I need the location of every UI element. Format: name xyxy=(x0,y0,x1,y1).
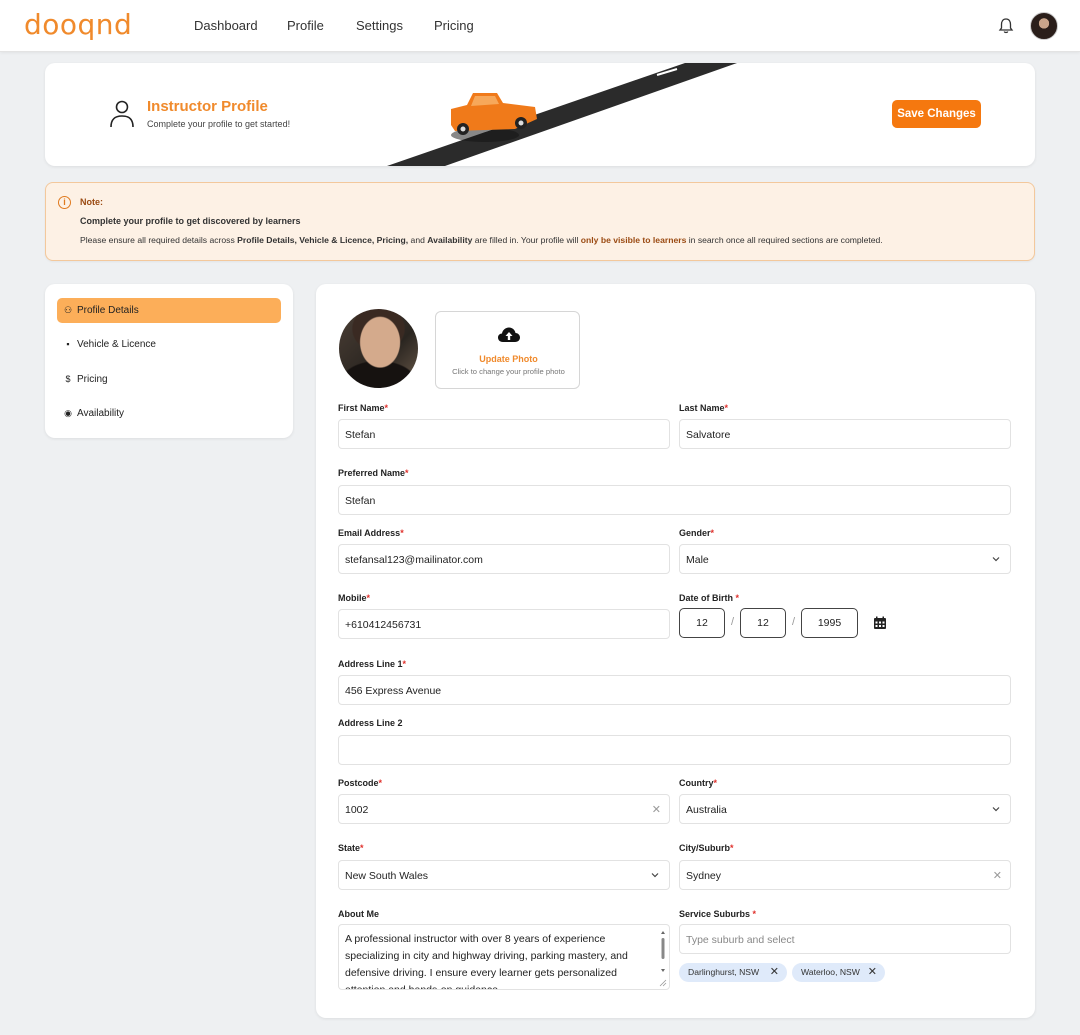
state-label: State* xyxy=(338,843,364,853)
page-subtitle: Complete your profile to get started! xyxy=(147,119,291,129)
dob-month-input[interactable]: 12 xyxy=(740,608,786,638)
logo[interactable]: dooqnd xyxy=(24,8,132,41)
address1-input[interactable]: 456 Express Avenue xyxy=(338,675,1011,705)
top-nav: dooqnd Dashboard Profile Settings Pricin… xyxy=(0,0,1080,52)
availability-icon: ◉ xyxy=(64,408,72,418)
gender-select[interactable]: Male xyxy=(679,544,1011,574)
nav-settings[interactable]: Settings xyxy=(356,18,403,33)
suburb-tag: Waterloo, NSW ✕ xyxy=(792,963,885,982)
dob-separator: / xyxy=(792,616,796,628)
person-icon: ⚇ xyxy=(63,305,73,315)
last-name-label: Last Name* xyxy=(679,403,729,413)
postcode-input[interactable]: 1002 ✕ xyxy=(338,794,670,824)
first-name-input[interactable]: Stefan xyxy=(338,419,670,449)
update-photo-button[interactable]: Update Photo Click to change your profil… xyxy=(435,311,580,389)
dob-year-input[interactable]: 1995 xyxy=(801,608,858,638)
sidebar-item-vehicle-licence[interactable]: ▪ Vehicle & Licence xyxy=(57,332,281,357)
chevron-down-icon xyxy=(992,557,1000,562)
note-body: Please ensure all required details acros… xyxy=(80,235,883,245)
remove-tag-icon[interactable]: ✕ xyxy=(770,963,779,982)
suburb-tag: Darlinghurst, NSW ✕ xyxy=(679,963,787,982)
chevron-down-icon xyxy=(992,807,1000,812)
note-label: Note: xyxy=(80,197,103,207)
email-input[interactable]: stefansal123@mailinator.com xyxy=(338,544,670,574)
profile-sidebar: ⚇ Profile Details ▪ Vehicle & Licence $ … xyxy=(45,284,293,438)
info-icon: i xyxy=(58,196,71,209)
sidebar-item-profile-details[interactable]: ⚇ Profile Details xyxy=(57,298,281,323)
service-suburbs-label: Service Suburbs * xyxy=(679,909,757,919)
dob-day-input[interactable]: 12 xyxy=(679,608,725,638)
about-textarea[interactable]: A professional instructor with over 8 ye… xyxy=(338,924,670,990)
dollar-icon: $ xyxy=(65,374,71,384)
profile-banner: Instructor Profile Complete your profile… xyxy=(45,63,1035,166)
gender-label: Gender* xyxy=(679,528,715,538)
road-car-illustration xyxy=(387,63,737,166)
address2-label: Address Line 2 xyxy=(338,718,403,728)
profile-form: Update Photo Click to change your profil… xyxy=(316,284,1035,1018)
address2-input[interactable] xyxy=(338,735,1011,765)
textarea-scrollbar[interactable] xyxy=(659,929,667,987)
about-label: About Me xyxy=(338,909,379,919)
note-heading: Complete your profile to get discovered … xyxy=(80,216,301,226)
nav-dashboard[interactable]: Dashboard xyxy=(194,18,258,33)
user-avatar[interactable] xyxy=(1030,12,1058,40)
city-label: City/Suburb* xyxy=(679,843,734,853)
state-select[interactable]: New South Wales xyxy=(338,860,670,890)
mobile-input[interactable]: +610412456731 xyxy=(338,609,670,639)
last-name-input[interactable]: Salvatore xyxy=(679,419,1011,449)
user-icon xyxy=(110,100,134,128)
postcode-label: Postcode* xyxy=(338,778,383,788)
cloud-upload-icon xyxy=(498,327,520,342)
profile-photo xyxy=(339,309,418,388)
service-suburbs-input[interactable]: Type suburb and select xyxy=(679,924,1011,954)
dob-separator: / xyxy=(731,616,735,628)
id-card-icon: ▪ xyxy=(66,339,70,349)
clear-icon[interactable]: ✕ xyxy=(993,869,1002,882)
chevron-down-icon xyxy=(651,873,659,878)
sidebar-item-availability[interactable]: ◉ Availability xyxy=(57,401,281,426)
calendar-icon[interactable] xyxy=(873,616,887,630)
save-changes-button[interactable]: Save Changes xyxy=(892,100,981,128)
preferred-name-label: Preferred Name* xyxy=(338,468,409,478)
profile-note: i Note: Complete your profile to get dis… xyxy=(45,182,1035,261)
email-label: Email Address* xyxy=(338,528,404,538)
page-title: Instructor Profile xyxy=(147,98,268,115)
remove-tag-icon[interactable]: ✕ xyxy=(868,963,877,982)
clear-icon[interactable]: ✕ xyxy=(652,803,661,816)
country-select[interactable]: Australia xyxy=(679,794,1011,824)
first-name-label: First Name* xyxy=(338,403,389,413)
sidebar-item-pricing[interactable]: $ Pricing xyxy=(57,367,281,392)
city-input[interactable]: Sydney ✕ xyxy=(679,860,1011,890)
nav-profile[interactable]: Profile xyxy=(287,18,324,33)
nav-pricing[interactable]: Pricing xyxy=(434,18,474,33)
country-label: Country* xyxy=(679,778,718,788)
mobile-label: Mobile* xyxy=(338,593,371,603)
address1-label: Address Line 1* xyxy=(338,659,407,669)
bell-icon[interactable] xyxy=(996,16,1016,36)
dob-label: Date of Birth * xyxy=(679,593,740,603)
preferred-name-input[interactable]: Stefan xyxy=(338,485,1011,515)
